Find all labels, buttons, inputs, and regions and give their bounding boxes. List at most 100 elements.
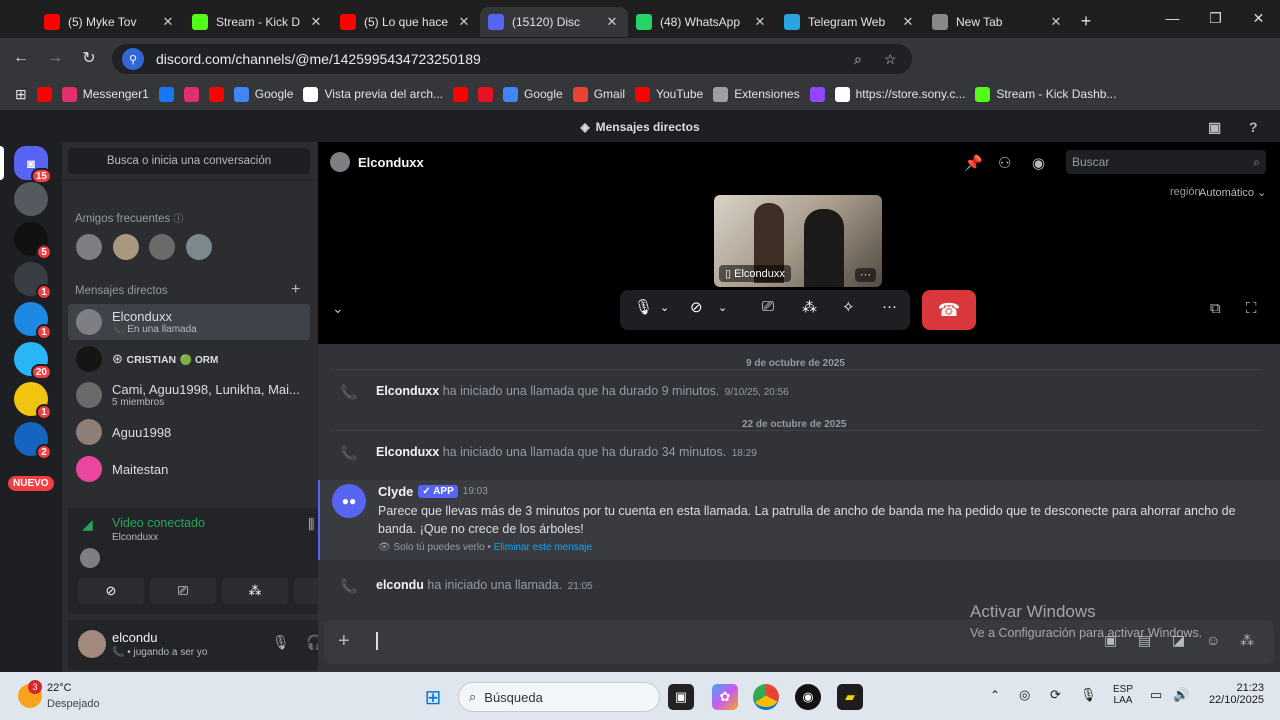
taskbar-search[interactable]: ⌕ Búsqueda [458,682,660,712]
bookmark-item[interactable]: Extensiones [708,82,804,106]
close-tab-icon[interactable]: ✕ [456,14,472,30]
close-tab-icon[interactable]: ✕ [900,14,916,30]
tray-icon[interactable]: ◎ [1019,687,1030,703]
noise-suppression-icon[interactable]: ⫼ [308,516,314,533]
close-tab-icon[interactable]: ✕ [308,14,324,30]
screen-share-icon[interactable]: ⎚ [762,298,774,315]
browser-tab[interactable]: (5) Myke Tov ✕ [36,7,184,37]
video-more-icon[interactable]: ··· [855,268,876,282]
close-tab-icon[interactable]: ✕ [604,14,620,30]
voice-status[interactable]: Video conectado [112,516,205,530]
bookmark-item[interactable] [179,82,204,106]
dm-item[interactable]: Elconduxx 📞 En una llamada [68,304,310,340]
clyde-name[interactable]: Clyde [378,484,413,499]
bookmark-item[interactable] [154,82,179,106]
server-icon[interactable]: 5 [14,222,52,260]
chevron-down-icon[interactable]: ⌄ [660,301,669,314]
fullscreen-icon[interactable]: ⛶ [1246,300,1257,317]
add-friends-icon[interactable]: ⚇ [998,154,1011,172]
server-icon[interactable] [14,182,48,216]
participant-avatar[interactable] [80,548,100,568]
chrome-icon[interactable] [753,684,779,710]
show-hidden-icons[interactable]: ⌃ [990,688,1000,702]
profile-icon[interactable]: ◉ [1032,154,1045,172]
mic-icon[interactable]: 🎙 [272,634,290,651]
close-tab-icon[interactable]: ✕ [752,14,768,30]
dm-item[interactable]: ⊛ CRISTIAN 🟢 ORM [68,341,310,377]
app-icon[interactable]: ▰ [837,684,863,710]
weather-temp[interactable]: 22°C [47,682,72,694]
forward-icon[interactable]: → [38,41,72,75]
region-select[interactable]: Automático ⌄ [1199,186,1266,199]
bookmark-item[interactable] [473,82,498,106]
close-tab-icon[interactable]: ✕ [1048,14,1064,30]
hang-up-button[interactable]: ☎ [922,290,976,330]
sync-icon[interactable]: ⟳ [1050,687,1061,703]
reload-icon[interactable]: ↻ [72,41,106,75]
pop-out-icon[interactable]: ⧉ [1210,300,1221,317]
dm-item[interactable]: Cami, Aguu1998, Lunikha, Mai... 5 miembro… [68,377,310,413]
pin-icon[interactable]: 📌 [964,154,983,172]
search-input[interactable]: Buscar ⌕ [1066,150,1266,174]
add-dm-icon[interactable]: + [291,281,300,299]
bookmark-item[interactable]: Messenger1 [57,82,154,106]
copilot-icon[interactable]: ✿ [712,684,738,710]
activities-icon[interactable]: ⁂ [802,298,817,316]
close-window-button[interactable]: ✕ [1237,0,1280,36]
bookmark-item[interactable]: YouTube [630,82,708,106]
url-text[interactable]: discord.com/channels/@me/142599543472325… [156,51,481,67]
browser-tab[interactable]: (48) WhatsApp ✕ [628,7,776,37]
bookmark-item[interactable]: Stream - Kick Dashb... [970,82,1121,106]
mic-tray-icon[interactable]: 🎙 [1080,687,1097,703]
soundboard-icon[interactable]: ✧ [842,298,855,316]
more-options-icon[interactable]: ··· [882,298,897,315]
new-tab-button[interactable]: + [1072,7,1100,35]
server-icon[interactable]: 1 [14,382,52,420]
channel-name[interactable]: Elconduxx [358,155,424,170]
bookmark-item[interactable] [805,82,830,106]
clyde-avatar[interactable]: ●● [332,484,366,518]
zoom-search-icon[interactable]: ⌕ [854,51,862,68]
bookmark-item[interactable]: Google [229,82,299,106]
camera-off-button[interactable]: ⊘ [78,578,144,604]
friend-avatar[interactable] [186,234,212,260]
video-tile[interactable]: ▯ Elconduxx ··· [714,195,882,287]
add-attachment-icon[interactable]: + [338,630,350,653]
bookmark-item[interactable] [204,82,229,106]
server-icon[interactable]: 1 [14,262,52,300]
browser-tab[interactable]: Stream - Kick Da ✕ [184,7,332,37]
clock[interactable]: 21:23 22/10/2025 [1204,682,1264,706]
network-icon[interactable]: ▭ [1150,687,1162,703]
input-language[interactable]: ESP LAA [1113,684,1133,706]
camera-off-icon[interactable]: ⊘ [690,298,703,316]
server-icon[interactable]: 20 [14,342,52,380]
chevron-down-icon[interactable]: ⌄ [718,301,727,314]
screen-share-button[interactable]: ⎚ [150,578,216,604]
search-conversation-button[interactable]: Busca o inicia una conversación [68,148,310,174]
browser-tab[interactable]: (5) Lo que hace l ✕ [332,7,480,37]
back-icon[interactable]: ← [4,41,38,75]
server-icon[interactable]: 1 [14,302,52,340]
mic-toggle-icon[interactable]: 🎙 [634,298,653,316]
collapse-chevron-icon[interactable]: ⌄ [332,300,344,317]
bookmark-item[interactable] [32,82,57,106]
friend-avatar[interactable] [76,234,102,260]
emoji-icon[interactable]: ☺ [1206,632,1220,648]
server-icon[interactable]: ◙ 15 [14,146,52,184]
dm-item[interactable]: Aguu1998 [68,414,310,450]
browser-tab[interactable]: Telegram Web ✕ [776,7,924,37]
restore-button[interactable]: ❐ [1194,0,1237,36]
volume-icon[interactable]: 🔊 [1173,687,1189,703]
friend-avatar[interactable] [113,234,139,260]
inbox-icon[interactable]: ▣ [1208,119,1221,136]
apps-grid-icon[interactable]: ⊞ [10,82,32,106]
server-icon[interactable]: 2 [14,422,52,460]
bookmark-item[interactable]: Gmail [568,82,630,106]
help-icon[interactable]: ? [1249,119,1258,135]
bookmark-item[interactable]: https://store.sony.c... [830,82,971,106]
bookmark-item[interactable] [448,82,473,106]
activities-button[interactable]: ⁂ [222,578,288,604]
browser-tab[interactable]: New Tab ✕ [924,7,1072,37]
browser-tab[interactable]: (15120) Disc ✕ [480,7,628,37]
dm-item[interactable]: Maitestan [68,451,310,487]
